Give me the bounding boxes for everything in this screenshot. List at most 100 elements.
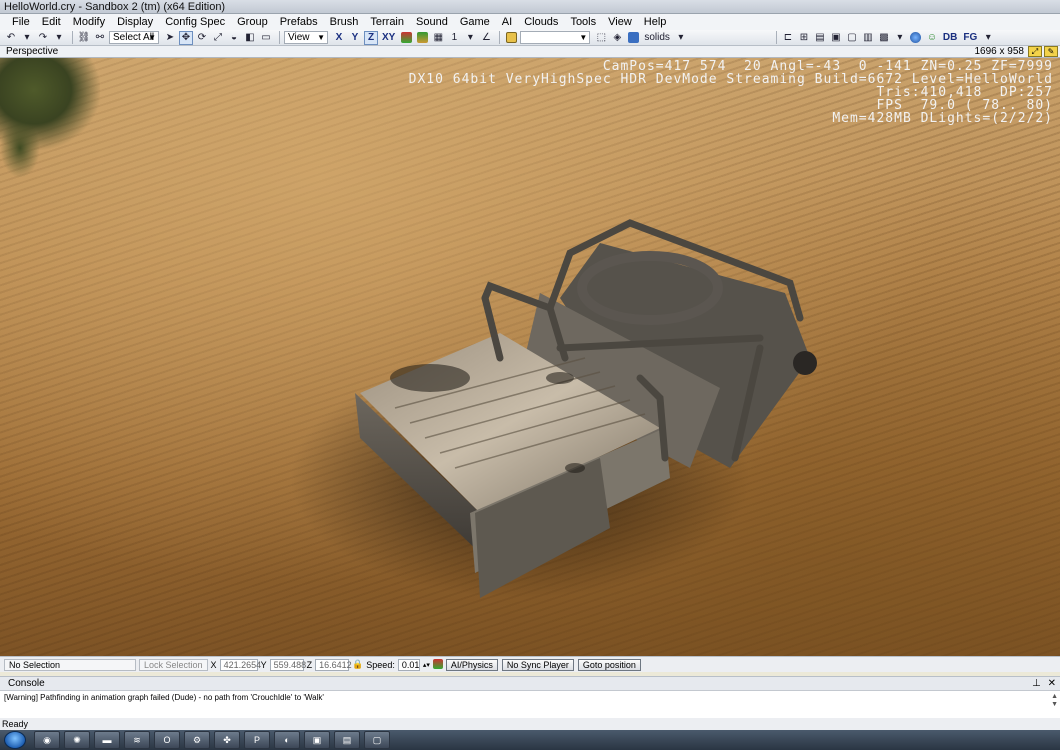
steam-icon[interactable]: ⚙: [184, 731, 210, 749]
table-icon[interactable]: ▤: [813, 31, 827, 45]
console-scrollbar[interactable]: ▲ ▼: [1051, 693, 1058, 709]
window-titlebar: HelloWorld.cry - Sandbox 2 (tm) (x64 Edi…: [0, 0, 1060, 14]
move-icon[interactable]: ✥: [179, 30, 193, 45]
render-mode-label[interactable]: solids: [642, 31, 672, 45]
app-icon[interactable]: ▣: [304, 731, 330, 749]
console-title: Console: [8, 678, 45, 689]
select-object-icon[interactable]: ◧: [243, 31, 257, 45]
grid-snap-value[interactable]: 1: [447, 31, 461, 45]
console-header: Console ⊥ ✕: [0, 676, 1060, 690]
menu-file[interactable]: File: [6, 14, 36, 30]
unlink-icon[interactable]: ⚯: [93, 31, 107, 45]
front-wheel: [793, 351, 817, 375]
chevron-down-icon[interactable]: ▾: [981, 31, 995, 45]
app-icon[interactable]: ▤: [334, 731, 360, 749]
no-sync-player-button[interactable]: No Sync Player: [501, 658, 574, 671]
speed-field[interactable]: 0.01: [397, 658, 420, 671]
film-icon[interactable]: ▩: [877, 31, 891, 45]
x-coordinate-field[interactable]: 421.2654: [219, 658, 261, 671]
menu-edit[interactable]: Edit: [36, 14, 67, 30]
select-mode-combo[interactable]: Select All ▼: [109, 31, 159, 44]
layer-combo[interactable]: ▼: [520, 31, 591, 44]
grid-icon[interactable]: ▦: [431, 31, 445, 45]
view-combo[interactable]: View ▼: [284, 31, 328, 44]
link-icon[interactable]: ⛓: [77, 31, 91, 45]
app-icon[interactable]: O: [154, 731, 180, 749]
app-icon[interactable]: P: [244, 731, 270, 749]
y-coordinate-field[interactable]: 559.488: [269, 658, 306, 671]
terrain-follow-icon[interactable]: [399, 31, 413, 45]
folder-icon[interactable]: ▬: [94, 731, 120, 749]
prefab-icon[interactable]: ⬚: [594, 31, 608, 45]
menu-modify[interactable]: Modify: [67, 14, 111, 30]
chevron-down-icon[interactable]: ▾: [893, 31, 907, 45]
redo-dropdown-icon[interactable]: ▾: [52, 31, 66, 45]
align-to-grid-icon[interactable]: ⊞: [797, 31, 811, 45]
app-icon[interactable]: ≋: [124, 731, 150, 749]
axis-z-button[interactable]: Z: [364, 30, 378, 45]
chevron-down-icon[interactable]: ▾: [674, 31, 688, 45]
menu-group[interactable]: Group: [231, 14, 274, 30]
snapshot-icon[interactable]: ▢: [845, 31, 859, 45]
axis-x-button[interactable]: X: [332, 31, 346, 45]
render-mode-icon[interactable]: [626, 31, 640, 45]
axis-xy-button[interactable]: XY: [380, 31, 397, 45]
axis-y-button[interactable]: Y: [348, 31, 362, 45]
menu-sound[interactable]: Sound: [410, 14, 454, 30]
object-follow-icon[interactable]: [415, 31, 429, 45]
menu-terrain[interactable]: Terrain: [364, 14, 410, 30]
viewport-controls: ⤢ ✎: [1026, 46, 1058, 57]
console-output[interactable]: [Warning] Pathfinding in animation graph…: [0, 690, 1060, 718]
redo-icon[interactable]: ↷: [36, 31, 50, 45]
menu-clouds[interactable]: Clouds: [518, 14, 564, 30]
menu-tools[interactable]: Tools: [564, 14, 602, 30]
perspective-viewport[interactable]: CamPos=417 574 20 Angl=-43 0 -141 ZN=0.2…: [0, 58, 1060, 656]
chevron-down-icon[interactable]: ▾: [463, 31, 477, 45]
speed-stepper-icon[interactable]: ▴▾: [423, 661, 430, 669]
pin-icon[interactable]: ⊥: [1032, 678, 1041, 689]
undo-dropdown-icon[interactable]: ▾: [20, 31, 34, 45]
database-button[interactable]: DB: [941, 31, 959, 45]
scale-icon[interactable]: ⤢: [211, 31, 225, 45]
maximize-viewport-icon[interactable]: ⤢: [1028, 46, 1042, 57]
vehicle-model[interactable]: [0, 58, 1060, 656]
save-icon[interactable]: ▥: [861, 31, 875, 45]
app-icon[interactable]: ◐: [274, 731, 300, 749]
undo-icon[interactable]: ↶: [4, 31, 18, 45]
goto-position-button[interactable]: Goto position: [577, 658, 641, 671]
app-icon[interactable]: ✤: [214, 731, 240, 749]
menu-display[interactable]: Display: [111, 14, 159, 30]
terrain-collision-icon[interactable]: [432, 658, 443, 671]
menu-view[interactable]: View: [602, 14, 638, 30]
toolbar-separator: [72, 31, 73, 44]
select-region-icon[interactable]: ▭: [259, 31, 273, 45]
material-icon[interactable]: ◈: [610, 31, 624, 45]
start-button[interactable]: [4, 731, 26, 749]
viewport-name[interactable]: Perspective: [6, 46, 58, 57]
menu-brush[interactable]: Brush: [324, 14, 365, 30]
terrain-snap-icon[interactable]: ◒: [227, 31, 241, 45]
camera-icon[interactable]: ▣: [829, 31, 843, 45]
rotate-icon[interactable]: ⟳: [195, 31, 209, 45]
lock-selection-button[interactable]: Lock Selection: [139, 658, 208, 671]
menu-game[interactable]: Game: [454, 14, 496, 30]
menu-prefabs[interactable]: Prefabs: [274, 14, 324, 30]
menu-help[interactable]: Help: [638, 14, 673, 30]
flowgraph-button[interactable]: FG: [961, 31, 979, 45]
z-coordinate-field[interactable]: 16.6412: [315, 658, 352, 671]
globe-icon[interactable]: [909, 31, 923, 45]
firefox-icon[interactable]: ✺: [64, 731, 90, 749]
menu-config-spec[interactable]: Config Spec: [159, 14, 231, 30]
lock-icon[interactable]: 🔒: [352, 659, 363, 670]
menu-ai[interactable]: AI: [496, 14, 518, 30]
character-icon[interactable]: ☺: [925, 31, 939, 45]
select-arrow-icon[interactable]: ➤: [163, 31, 177, 45]
align-icon[interactable]: ⊏: [781, 31, 795, 45]
layer-icon[interactable]: [504, 31, 518, 45]
ai-physics-button[interactable]: AI/Physics: [445, 658, 498, 671]
app-icon[interactable]: ▢: [364, 731, 390, 749]
viewport-options-icon[interactable]: ✎: [1044, 46, 1058, 57]
close-icon[interactable]: ✕: [1048, 678, 1056, 689]
chrome-icon[interactable]: ◉: [34, 731, 60, 749]
angle-snap-icon[interactable]: ∠: [479, 31, 493, 45]
